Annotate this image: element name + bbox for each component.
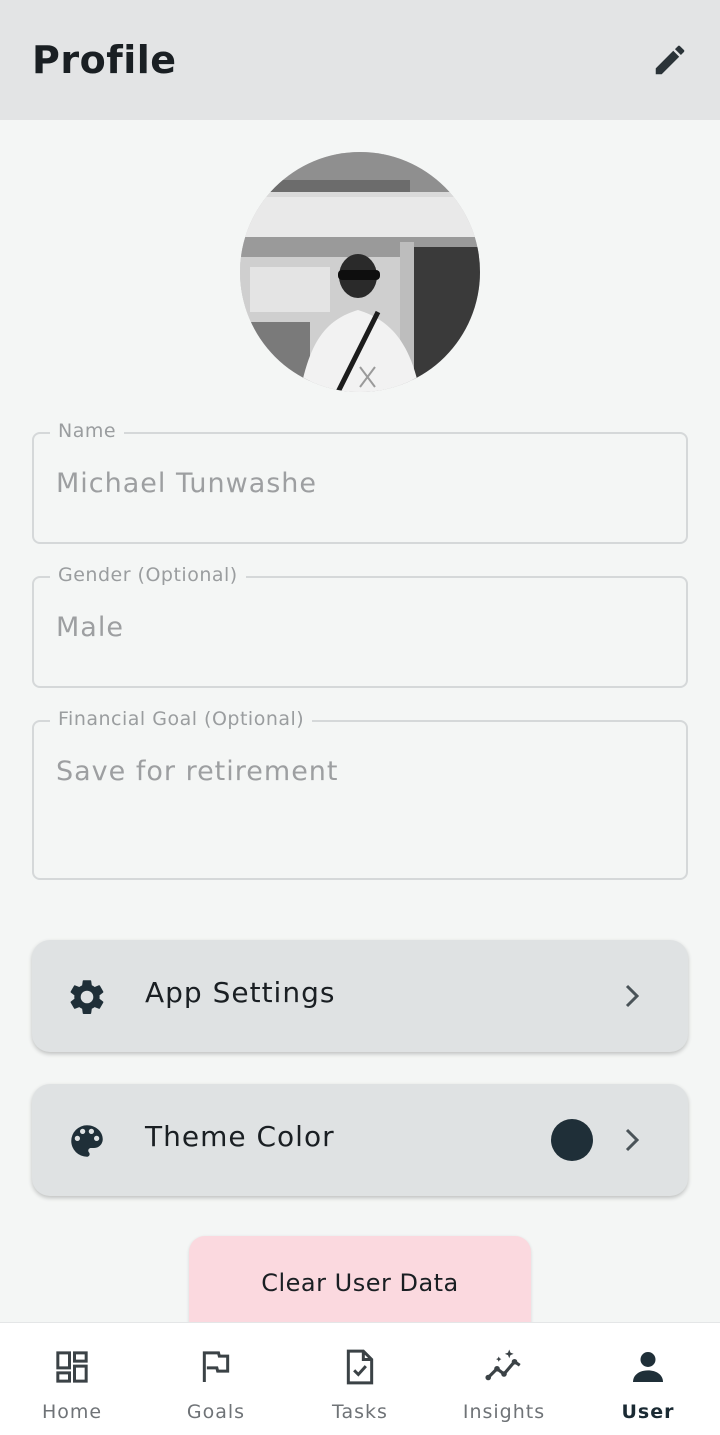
nav-item-tasks[interactable]: Tasks <box>288 1323 432 1435</box>
nav-label-goals: Goals <box>186 1401 246 1423</box>
nav-label-home: Home <box>41 1401 103 1423</box>
chevron-right-icon <box>625 1128 640 1152</box>
app-bar: Profile <box>0 0 720 120</box>
insights-icon <box>485 1349 521 1381</box>
app-settings-card[interactable]: App Settings <box>32 940 688 1052</box>
palette-icon <box>71 1125 103 1157</box>
name-field-value: Michael Tunwashe <box>56 468 318 499</box>
app-settings-label: App Settings <box>145 976 336 1009</box>
nav-item-goals[interactable]: Goals <box>144 1323 288 1435</box>
gender-field-label: Gender (Optional) <box>50 564 246 586</box>
chevron-right-icon <box>625 984 640 1008</box>
gender-field[interactable]: Gender (Optional) Male <box>32 564 688 688</box>
nav-item-user[interactable]: User <box>576 1323 720 1435</box>
nav-label-insights: Insights <box>462 1401 546 1423</box>
flag-icon <box>202 1351 230 1382</box>
task-icon <box>346 1349 374 1385</box>
avatar[interactable] <box>240 152 480 392</box>
pencil-icon <box>655 45 685 75</box>
gender-field-value: Male <box>56 612 124 643</box>
profile-photo <box>240 152 480 392</box>
nav-item-insights[interactable]: Insights <box>432 1323 576 1435</box>
theme-color-card[interactable]: Theme Color <box>32 1084 688 1196</box>
page-title: Profile <box>32 38 177 82</box>
financial-goal-field-value: Save for retirement <box>56 756 339 787</box>
dashboard-icon <box>56 1351 88 1383</box>
financial-goal-field[interactable]: Financial Goal (Optional) Save for retir… <box>32 708 688 880</box>
clear-user-data-button[interactable]: Clear User Data <box>189 1236 531 1336</box>
name-field[interactable]: Name Michael Tunwashe <box>32 420 688 544</box>
theme-color-swatch <box>551 1119 593 1161</box>
nav-item-home[interactable]: Home <box>0 1323 144 1435</box>
theme-color-label: Theme Color <box>145 1120 335 1153</box>
bottom-nav: Home Goals Tasks Insights User <box>0 1322 720 1435</box>
person-icon <box>633 1352 663 1382</box>
financial-goal-field-label: Financial Goal (Optional) <box>50 708 313 730</box>
nav-label-user: User <box>621 1401 675 1423</box>
name-field-label: Name <box>50 420 125 442</box>
edit-button[interactable] <box>650 40 690 80</box>
gear-icon <box>70 980 104 1014</box>
nav-label-tasks: Tasks <box>332 1401 388 1423</box>
